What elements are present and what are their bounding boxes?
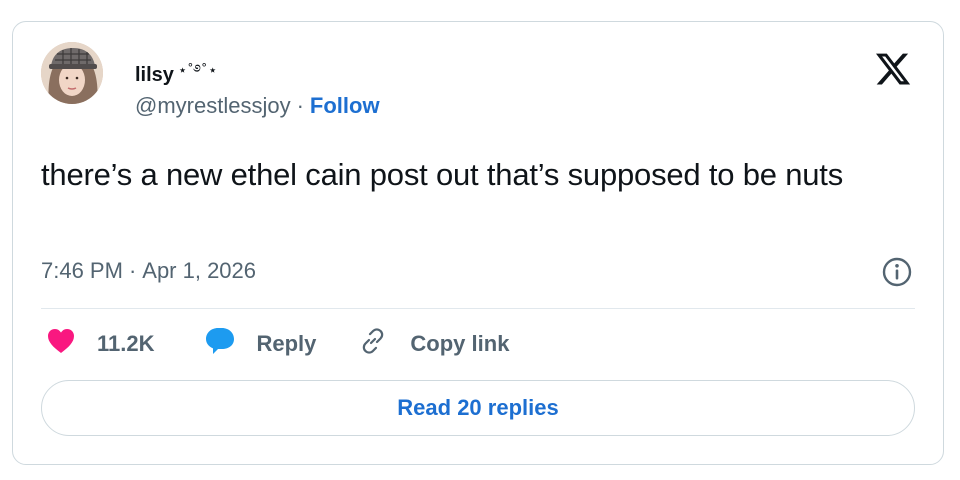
read-replies-label: Read 20 replies (397, 395, 559, 420)
action-bar: 11.2K Reply Copy link (47, 326, 509, 362)
like-count: 11.2K (97, 331, 155, 356)
info-icon[interactable] (881, 256, 913, 288)
name-decoration: ⋆˚࿔˚⋆ (177, 62, 219, 79)
avatar[interactable] (41, 42, 103, 104)
follow-link[interactable]: Follow (310, 93, 380, 118)
x-logo-icon[interactable] (873, 50, 913, 88)
copy-link-button[interactable]: Copy link (358, 326, 509, 362)
copy-link-label: Copy link (410, 331, 510, 356)
author-handle[interactable]: @myrestlessjoy (135, 93, 291, 118)
tweet-card: lilsy ⋆˚࿔˚⋆ @myrestlessjoy · Follow there’… (12, 21, 944, 465)
handle-row: @myrestlessjoy · Follow (135, 93, 380, 119)
tweet-timestamp[interactable]: 7:46 PM · Apr 1, 2026 (41, 258, 256, 284)
tweet-date: Apr 1, 2026 (142, 258, 257, 283)
handle-separator: · (296, 93, 304, 118)
reply-button[interactable]: Reply (205, 327, 317, 361)
like-button[interactable]: 11.2K (47, 328, 155, 360)
timestamp-separator: · (128, 258, 137, 283)
reply-label: Reply (256, 331, 317, 356)
link-icon (358, 326, 388, 362)
heart-icon (47, 328, 75, 360)
avatar-image (41, 42, 103, 104)
tweet-text: there’s a new ethel cain post out that’s… (41, 157, 844, 192)
tweet-time: 7:46 PM (41, 258, 123, 283)
author-name-row[interactable]: lilsy ⋆˚࿔˚⋆ (135, 54, 218, 96)
read-replies-button[interactable]: Read 20 replies (41, 380, 915, 436)
display-name[interactable]: lilsy (135, 64, 174, 87)
divider (41, 308, 915, 309)
speech-bubble-icon (205, 327, 235, 361)
